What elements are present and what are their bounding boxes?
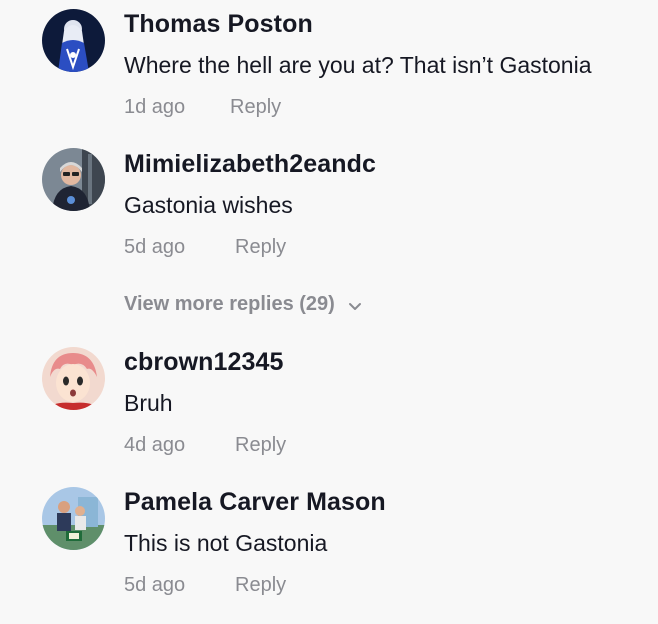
- comment-text: Bruh: [124, 390, 173, 416]
- comment-time: 5d ago: [124, 236, 186, 258]
- reply-button[interactable]: Reply: [235, 574, 286, 597]
- avatar[interactable]: [42, 347, 105, 410]
- username[interactable]: cbrown12345: [124, 348, 284, 377]
- comment-time: 5d ago: [124, 574, 186, 596]
- username[interactable]: Mimielizabeth2eandc: [124, 150, 376, 179]
- reply-button[interactable]: Reply: [235, 236, 286, 259]
- chevron-down-icon: [347, 297, 363, 313]
- avatar[interactable]: [42, 148, 105, 211]
- username[interactable]: Thomas Poston: [124, 10, 313, 39]
- comment-text: Where the hell are you at? That isn’t Ga…: [124, 52, 592, 78]
- comment-text: This is not Gastonia: [124, 530, 328, 556]
- avatar[interactable]: [42, 9, 105, 72]
- comment-time: 1d ago: [124, 96, 186, 118]
- view-more-replies-button[interactable]: View more replies (29): [124, 293, 363, 316]
- comment-text: Gastonia wishes: [124, 192, 293, 218]
- avatar[interactable]: [42, 487, 105, 550]
- username[interactable]: Pamela Carver Mason: [124, 488, 386, 517]
- reply-button[interactable]: Reply: [235, 434, 286, 457]
- reply-button[interactable]: Reply: [230, 96, 281, 119]
- comment-time: 4d ago: [124, 434, 186, 456]
- view-more-replies-label: View more replies (29): [124, 293, 335, 315]
